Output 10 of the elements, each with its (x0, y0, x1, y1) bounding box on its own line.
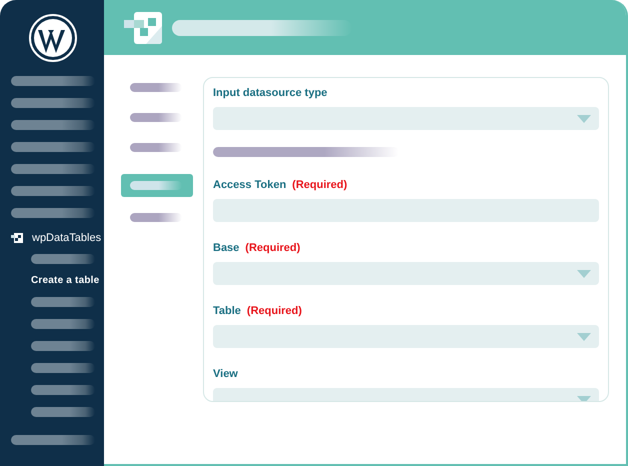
field-label: Access Token (213, 179, 286, 191)
field-label: View (213, 368, 238, 380)
required-label: (Required) (246, 305, 302, 317)
menu-item[interactable]: wpDataTables (32, 232, 102, 244)
required-label: (Required) (292, 179, 348, 191)
required-label: (Required) (245, 242, 300, 254)
field-label: Base (213, 242, 240, 254)
submenu-item[interactable]: Create a table (31, 275, 100, 286)
field-label: Input datasource type (213, 87, 328, 99)
field-label: Table (213, 305, 241, 317)
